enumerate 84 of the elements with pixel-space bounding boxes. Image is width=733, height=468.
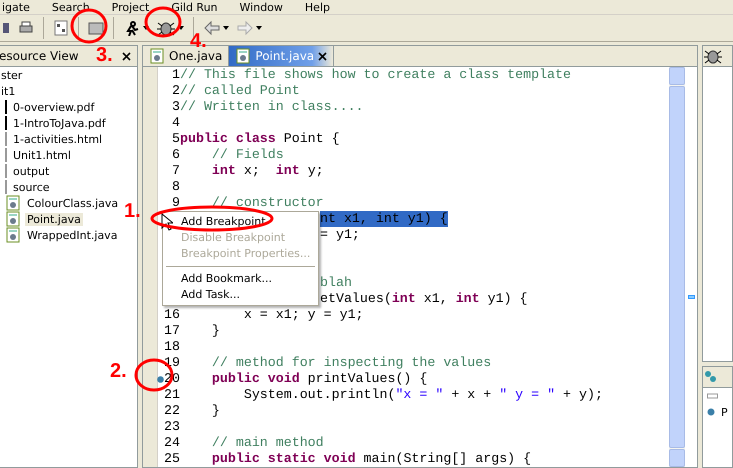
line-number: 1 — [172, 67, 180, 83]
close-icon — [122, 52, 131, 60]
java-file-icon — [5, 227, 21, 243]
panel-title: esource View — [0, 49, 79, 63]
line-number: 18 — [164, 339, 180, 355]
line-number: 16 — [164, 307, 180, 323]
line-number: 25 — [164, 451, 180, 467]
tree-item[interactable]: 1-activities.html — [11, 132, 104, 146]
line-number: 24 — [164, 435, 180, 451]
annotation-number: 3. — [96, 44, 113, 67]
tree-item[interactable]: 1-IntroToJava.pdf — [11, 116, 108, 130]
folder-binary-icon — [88, 20, 104, 36]
tree-item[interactable]: WrappedInt.java — [25, 228, 120, 242]
context-menu-item[interactable]: Add Task... — [163, 287, 318, 303]
tree-item[interactable]: Point.java — [25, 212, 83, 226]
menu-item[interactable]: Window — [240, 1, 283, 14]
code-line: blah — [320, 275, 352, 291]
annotation-number: 2. — [110, 360, 127, 383]
vertical-scrollbar[interactable] — [669, 67, 685, 467]
binary-document-icon — [53, 20, 69, 36]
line-number: 22 — [164, 403, 180, 419]
tree-line-icon — [5, 164, 7, 178]
menu-item[interactable]: igate — [2, 1, 30, 14]
context-menu-item[interactable]: Add Bookmark... — [163, 271, 318, 287]
line-number: 2 — [172, 83, 180, 99]
line-number: 8 — [172, 179, 180, 195]
tree-item[interactable]: source — [11, 180, 52, 194]
tree-line-icon — [5, 180, 7, 194]
code-line: public static void main(String[] args) { — [210, 451, 532, 467]
menu-item[interactable]: Search — [52, 1, 90, 14]
code-line: // called Point — [180, 83, 300, 99]
caret-icon — [223, 26, 229, 30]
java-file-icon — [235, 48, 252, 64]
right-arrow-icon — [236, 20, 254, 36]
caret-icon — [178, 26, 184, 30]
menu-item[interactable]: Gild Run — [171, 1, 218, 14]
code-line: x = x1; y = y1; — [242, 307, 364, 323]
minimize-icon — [707, 392, 719, 400]
code-line: } — [210, 403, 220, 419]
code-line: // main method — [210, 435, 324, 451]
dots-icon — [703, 369, 719, 385]
java-file-icon — [5, 211, 21, 227]
code-line: // Written in class.... — [180, 99, 364, 115]
outline-item[interactable]: P — [719, 406, 730, 418]
tree-item[interactable]: ster — [0, 68, 24, 82]
code-line: int x; int y; — [210, 163, 324, 179]
menu-item[interactable]: Project — [112, 1, 150, 14]
caret-icon — [256, 26, 262, 30]
code-line: public class Point { — [180, 131, 340, 147]
tree-item[interactable]: output — [11, 164, 52, 178]
line-number: 5 — [172, 131, 180, 147]
code-line: // This file shows how to create a class template — [180, 67, 571, 83]
line-number: 3 — [172, 99, 180, 115]
tree-item[interactable]: Unit1.html — [11, 148, 73, 162]
line-number: 23 — [164, 419, 180, 435]
code-line: } — [210, 323, 220, 339]
menu-item[interactable]: Help — [304, 1, 330, 14]
java-file-icon — [149, 48, 165, 64]
line-number: 9 — [172, 195, 180, 211]
line-number: 7 — [172, 163, 180, 179]
line-number: 6 — [172, 147, 180, 163]
code-line: // Fields — [210, 147, 284, 163]
line-number: 17 — [164, 323, 180, 339]
tree-line-icon — [5, 132, 7, 146]
close-icon — [318, 52, 328, 60]
overview-marker-icon — [688, 295, 694, 299]
code-line: = y1; — [320, 227, 360, 243]
caret-icon — [143, 26, 149, 30]
annotation-number: 1. — [124, 200, 141, 223]
tree-line-icon — [5, 116, 7, 130]
tree-item[interactable]: it1 — [0, 84, 18, 98]
tree-item[interactable]: 0-overview.pdf — [11, 100, 96, 114]
code-line: etValues(int x1, int y1) { — [320, 291, 528, 307]
java-file-icon — [5, 195, 21, 211]
tree-item[interactable]: ColourClass.java — [25, 196, 120, 210]
breakpoint-icon — [157, 376, 164, 382]
tree-line-icon — [5, 100, 7, 114]
code-line: System.out.println("x = " + x + " y = " + y); — [242, 387, 603, 403]
line-number: 4 — [172, 115, 180, 131]
code-line: // method for inspecting the values — [210, 355, 492, 371]
line-number: 21 — [164, 387, 180, 403]
tree-line-icon — [5, 148, 7, 162]
code-line: public void printValues() { — [210, 371, 428, 387]
dot-icon — [707, 408, 715, 416]
